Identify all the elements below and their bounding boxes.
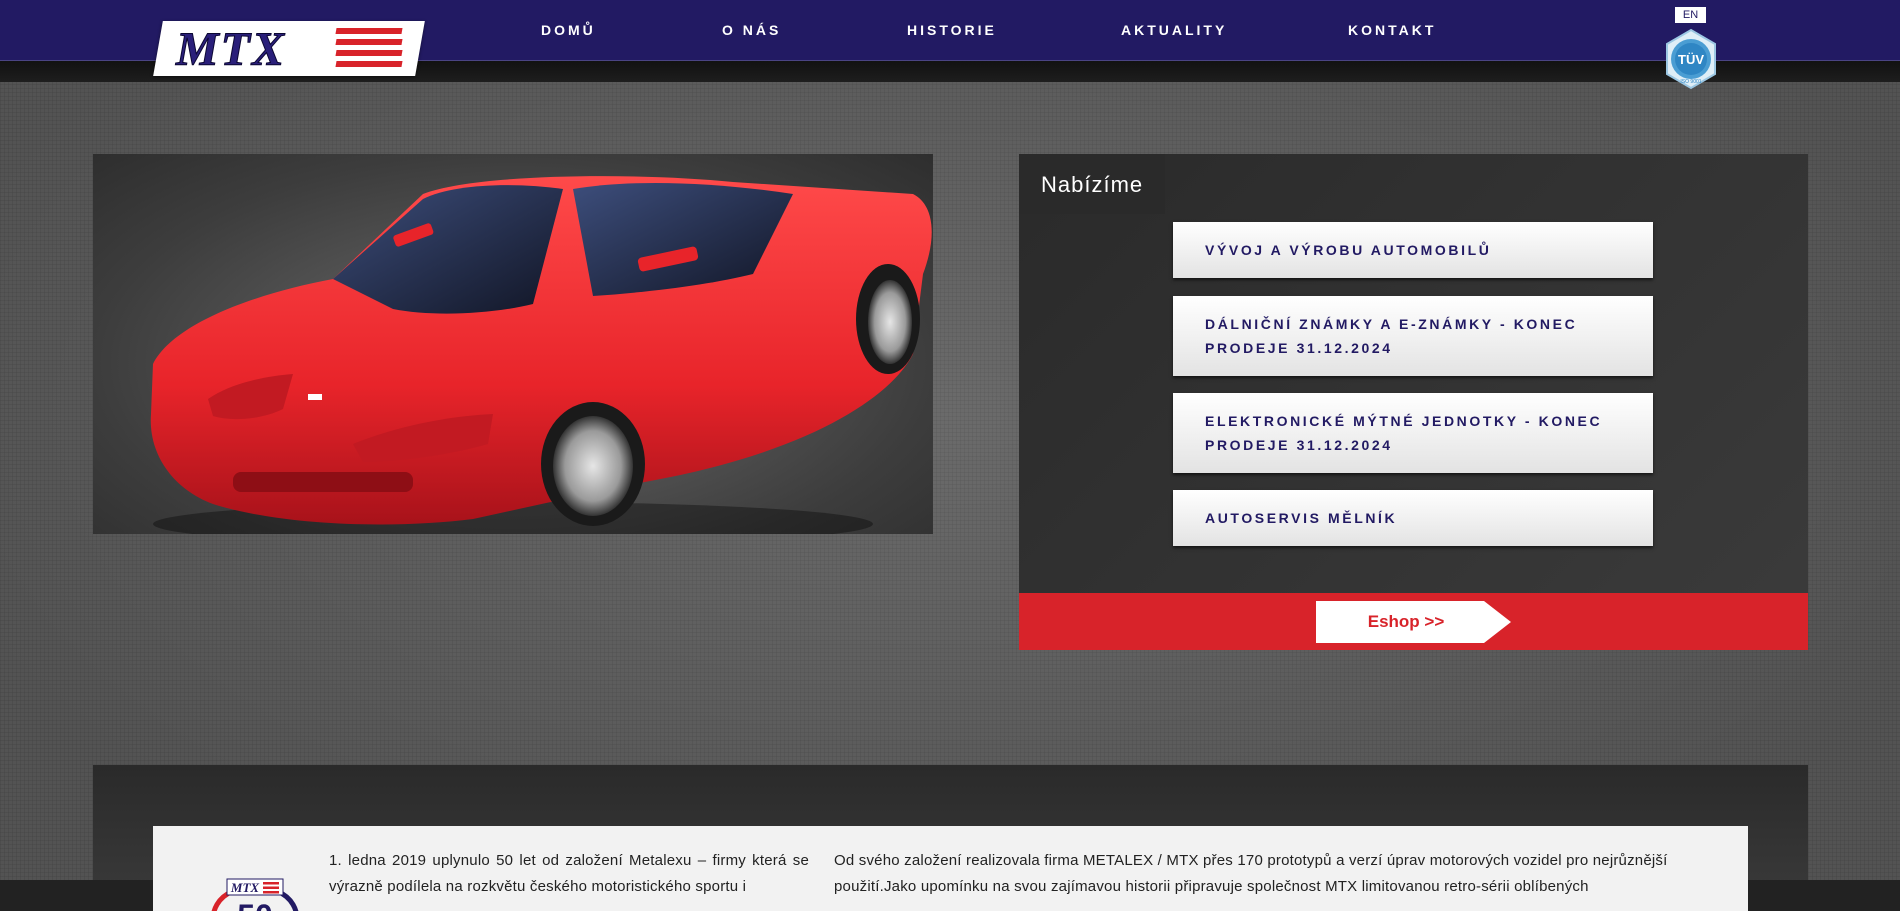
nav-item-aktuality[interactable]: AKTUALITY [1121,22,1227,38]
offer-label: DÁLNIČNÍ ZNÁMKY A E-ZNÁMKY - KONEC PRODE… [1205,316,1578,356]
tuv-certification-icon: TÜV ISO 9001 [1660,28,1722,90]
about-article-card: MTX 50 1. ledna 2019 uplynulo 50 let od … [153,826,1748,911]
offer-dalnicni-znamky-button[interactable]: DÁLNIČNÍ ZNÁMKY A E-ZNÁMKY - KONEC PRODE… [1173,296,1653,376]
language-switch-en[interactable]: EN [1675,7,1706,23]
hero-car-image [93,154,933,534]
mini-logo-text: MTX [230,880,260,895]
nav-item-kontakt[interactable]: KONTAKT [1348,22,1436,38]
eshop-label: Eshop >> [1367,612,1445,631]
mini-logo-number: 50 [237,898,273,911]
offer-label: VÝVOJ A VÝROBU AUTOMOBILŮ [1205,242,1492,258]
eshop-bar: Eshop >> [1019,593,1808,650]
red-sports-car-illustration [150,176,932,534]
tuv-badge-text: TÜV [1678,52,1704,67]
nav-item-domu[interactable]: DOMŮ [541,22,596,38]
article-text-column-2: Od svého založení realizovala firma META… [834,852,1668,895]
logo-text: MTX [176,23,287,77]
offer-label: AUTOSERVIS MĚLNÍK [1205,510,1398,526]
nav-item-historie[interactable]: HISTORIE [907,22,997,38]
offers-panel: Nabízíme VÝVOJ A VÝROBU AUTOMOBILŮ DÁLNI… [1019,154,1808,650]
offer-vyvoj-button[interactable]: VÝVOJ A VÝROBU AUTOMOBILŮ [1173,222,1653,278]
offers-title-box: Nabízíme [1019,154,1165,214]
offer-autoservis-button[interactable]: AUTOSERVIS MĚLNÍK [1173,490,1653,546]
mtx-50-years-logo: MTX 50 [205,869,305,911]
mtx-logo[interactable]: MTX [153,21,425,77]
offers-title: Nabízíme [1041,172,1144,197]
offer-label: ELEKTRONICKÉ MÝTNÉ JEDNOTKY - KONEC PROD… [1205,413,1603,453]
nav-item-o-nas[interactable]: O NÁS [722,22,781,38]
article-text-column-1: 1. ledna 2019 uplynulo 50 let od založen… [329,852,809,895]
eshop-button[interactable]: Eshop >> [1316,601,1511,643]
tuv-badge-subtext: ISO 9001 [1680,79,1701,85]
offer-mytne-jednotky-button[interactable]: ELEKTRONICKÉ MÝTNÉ JEDNOTKY - KONEC PROD… [1173,393,1653,473]
logo-stripes [335,28,403,70]
